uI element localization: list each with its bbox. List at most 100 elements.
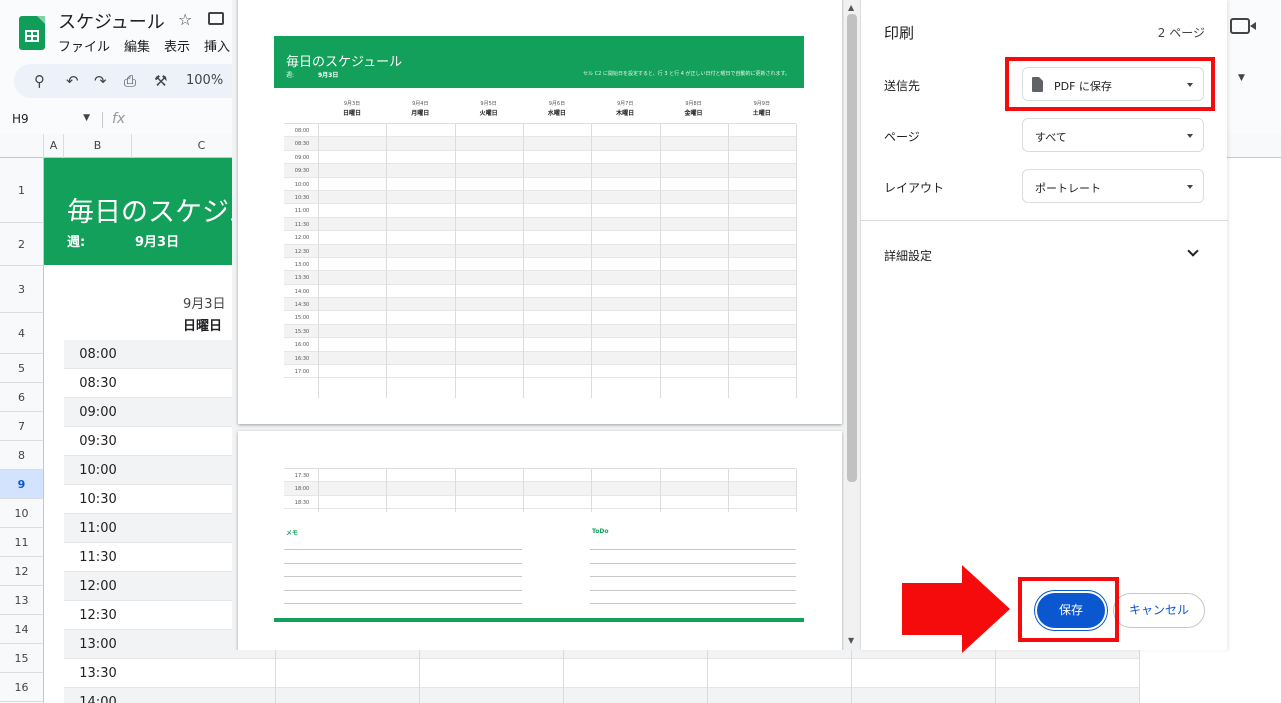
preview-time-label: 11:30 — [294, 221, 310, 228]
preview-time-label: 09:00 — [294, 154, 310, 161]
preview-note-line — [590, 549, 796, 550]
redo-icon[interactable]: ↷ — [94, 72, 107, 90]
pages-select[interactable]: すべて — [1022, 118, 1204, 152]
move-folder-icon[interactable] — [208, 12, 224, 25]
preview-grid: 17:30 18:00 18:30 — [284, 468, 798, 513]
preview-day-header: 9月6日 水曜日 — [523, 100, 591, 117]
scroll-thumb[interactable] — [847, 14, 857, 482]
row-header[interactable]: 5 — [0, 354, 44, 383]
cancel-button[interactable]: キャンセル — [1113, 593, 1205, 628]
preview-time-label: 08:30 — [294, 141, 310, 148]
row-header[interactable]: 9 — [0, 470, 44, 499]
preview-time-label: 08:00 — [294, 128, 310, 134]
name-box[interactable]: H9 ▼ — [0, 108, 100, 132]
row-header[interactable]: 2 — [0, 223, 44, 266]
star-icon[interactable]: ☆ — [178, 10, 192, 29]
time-cell[interactable]: 12:00 — [64, 572, 132, 601]
column-header-a[interactable]: A — [44, 134, 64, 158]
menu-edit[interactable]: 編集 — [124, 36, 150, 55]
scroll-up-icon[interactable]: ▲ — [848, 3, 854, 12]
preview-week-value: 9月3日 — [318, 72, 339, 79]
chevron-down-icon[interactable] — [1187, 245, 1199, 257]
column-divider — [851, 650, 852, 703]
scroll-down-icon[interactable]: ▼ — [848, 636, 854, 645]
preview-day-header: 9月4日 月曜日 — [386, 100, 454, 117]
preview-column-divider — [659, 469, 661, 513]
row-header[interactable]: 6 — [0, 383, 44, 412]
layout-select[interactable]: ポートレート — [1022, 169, 1204, 203]
print-icon[interactable]: ⎙ — [124, 72, 136, 90]
sheets-logo-icon[interactable] — [19, 16, 45, 50]
column-header-b[interactable]: B — [64, 134, 132, 158]
time-cell[interactable]: 11:00 — [64, 514, 132, 543]
select-all-corner[interactable] — [0, 134, 44, 158]
document-title[interactable]: スケジュール — [58, 8, 165, 34]
meet-icon[interactable] — [1230, 18, 1256, 34]
preview-time-row: 08:30 — [284, 137, 796, 151]
preview-time-label: 18:00 — [294, 486, 310, 493]
preview-time-row: 08:00 — [284, 124, 796, 138]
sheet-week-label: 週: — [67, 235, 86, 250]
menu-view[interactable]: 表示 — [164, 36, 190, 55]
print-preview[interactable]: 毎日のスケジュール 週: 9月3日 セル C2 に開始日を設定すると、行 3 と… — [232, 0, 860, 650]
sheet-week-value[interactable]: 9月3日 — [135, 231, 179, 250]
time-cell[interactable]: 09:30 — [64, 427, 132, 456]
time-cell[interactable]: 08:30 — [64, 369, 132, 398]
preview-time-label: 10:30 — [294, 194, 310, 201]
time-cell[interactable]: 13:00 — [64, 630, 132, 659]
row-header[interactable]: 10 — [0, 499, 44, 528]
preview-time-row: 09:00 — [284, 151, 796, 165]
preview-note-line — [284, 576, 522, 578]
row-header[interactable]: 12 — [0, 557, 44, 586]
row-header[interactable]: 15 — [0, 644, 44, 673]
preview-column-divider — [386, 124, 388, 398]
sheet-date[interactable]: 9月3日 — [183, 293, 226, 312]
preview-time-row: 14:30 — [284, 298, 796, 312]
advanced-settings-toggle[interactable]: 詳細設定 — [884, 247, 932, 264]
time-cell[interactable]: 08:00 — [64, 340, 132, 369]
preview-time-row: 18:30 — [284, 496, 796, 510]
row-header[interactable]: 13 — [0, 586, 44, 615]
sheet-day[interactable]: 日曜日 — [183, 315, 222, 334]
time-cell[interactable]: 14:00 — [64, 688, 132, 703]
preview-time-row: 10:00 — [284, 178, 796, 191]
paint-format-icon[interactable]: ⚒ — [154, 72, 167, 90]
row-header[interactable]: 16 — [0, 673, 44, 702]
column-divider — [1139, 650, 1140, 703]
preview-time-row: 17:00 — [284, 365, 796, 379]
zoom-select[interactable]: 100% — [186, 73, 223, 88]
menu-insert[interactable]: 挿入 — [204, 36, 230, 55]
row-header[interactable]: 7 — [0, 412, 44, 441]
chevron-down-icon[interactable]: ▼ — [1238, 73, 1245, 83]
time-cell[interactable]: 13:30 — [64, 659, 132, 688]
preview-time-label: 16:00 — [294, 342, 310, 349]
search-icon[interactable]: ⚲ — [34, 72, 45, 90]
preview-column-divider — [386, 469, 388, 513]
time-cell[interactable]: 11:30 — [64, 543, 132, 572]
row-header[interactable]: 4 — [0, 313, 44, 354]
row-header[interactable]: 14 — [0, 615, 44, 644]
time-cell[interactable]: 09:00 — [64, 398, 132, 427]
time-cell[interactable]: 10:30 — [64, 485, 132, 514]
column-divider — [563, 650, 564, 703]
preview-time-row: 13:00 — [284, 258, 796, 272]
preview-column-divider — [318, 124, 319, 398]
time-cell[interactable]: 12:30 — [64, 601, 132, 630]
schedule-row[interactable] — [132, 688, 1140, 703]
preview-column-divider — [522, 124, 524, 398]
preview-day-name: 土曜日 — [752, 110, 771, 117]
caret-down-icon — [1187, 185, 1193, 189]
row-header[interactable]: 11 — [0, 528, 44, 557]
annotation-arrow-icon — [962, 565, 1010, 653]
preview-column-divider — [454, 124, 456, 398]
row-header[interactable]: 1 — [0, 158, 44, 223]
row-header[interactable]: 8 — [0, 441, 44, 470]
preview-scrollbar[interactable]: ▲ ▼ — [844, 0, 860, 650]
time-cell[interactable]: 10:00 — [64, 456, 132, 485]
preview-time-row: 15:00 — [284, 311, 796, 325]
preview-time-label: 17:30 — [294, 473, 310, 479]
schedule-row[interactable] — [132, 659, 1140, 688]
row-header[interactable]: 3 — [0, 266, 44, 313]
undo-icon[interactable]: ↶ — [66, 72, 79, 90]
menu-file[interactable]: ファイル — [58, 36, 110, 55]
